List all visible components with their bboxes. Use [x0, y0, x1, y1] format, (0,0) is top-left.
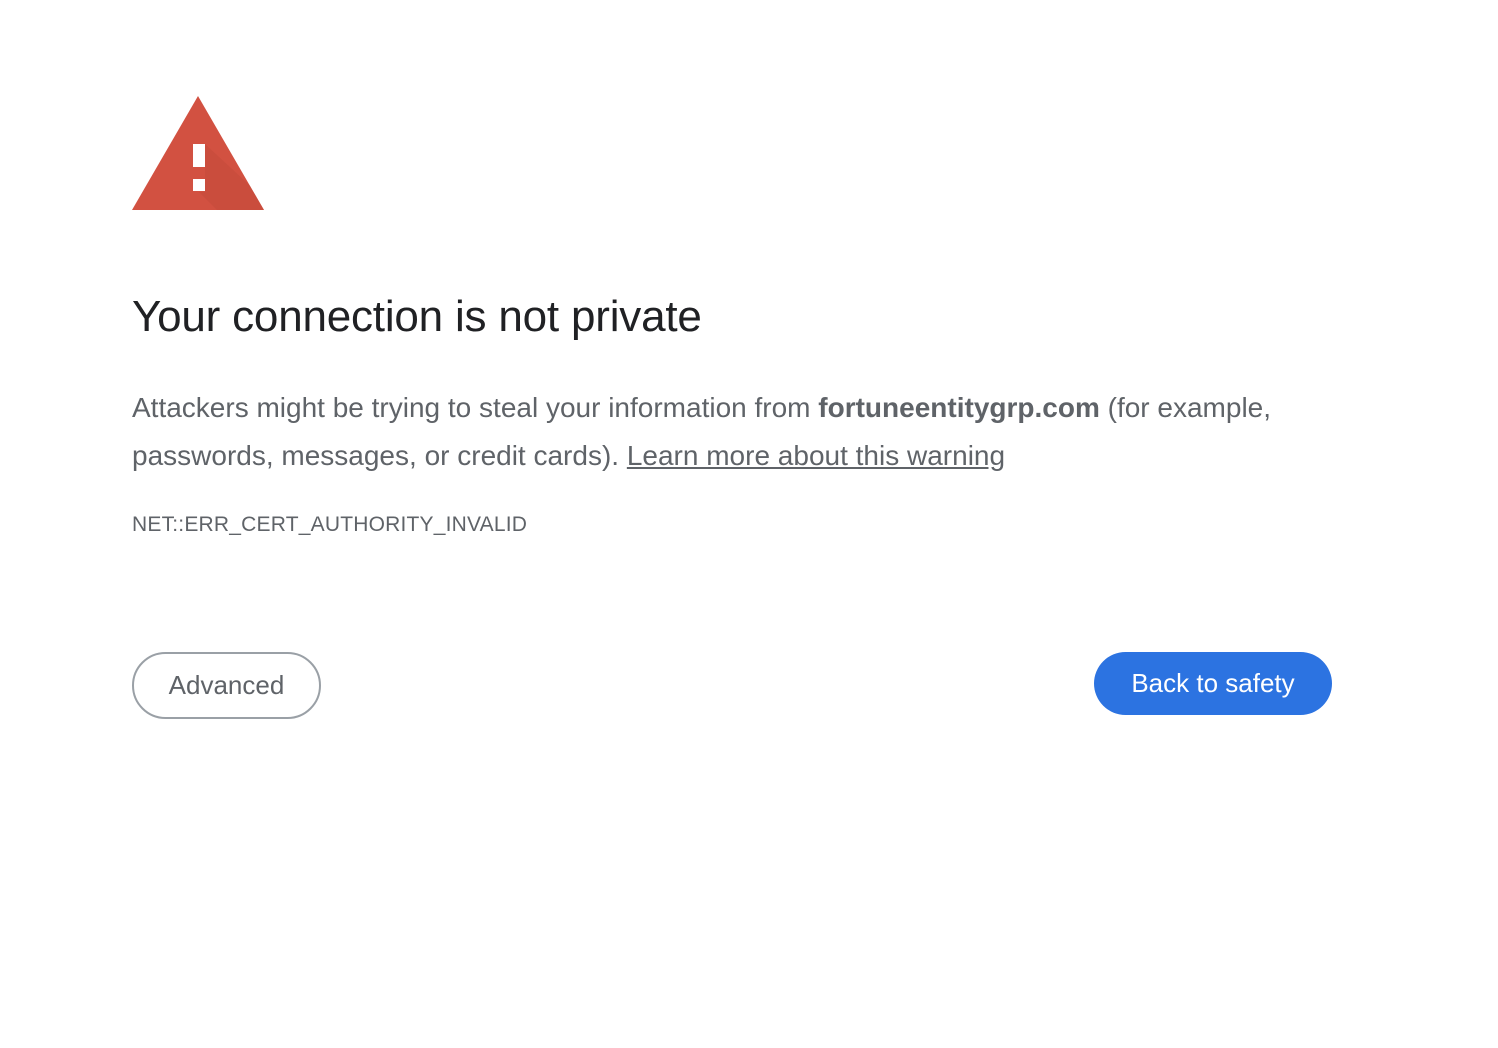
advanced-button[interactable]: Advanced — [132, 652, 321, 719]
learn-more-link[interactable]: Learn more about this warning — [627, 440, 1005, 471]
explanation-text: Attackers might be trying to steal your … — [132, 392, 819, 423]
error-code: NET::ERR_CERT_AUTHORITY_INVALID — [132, 513, 528, 536]
warning-explanation: Attackers might be trying to steal your … — [132, 384, 1332, 480]
back-to-safety-button[interactable]: Back to safety — [1094, 652, 1332, 715]
warning-triangle-icon — [132, 96, 264, 210]
site-hostname: fortuneentitygrp.com — [818, 392, 1100, 423]
page-title: Your connection is not private — [132, 292, 702, 341]
